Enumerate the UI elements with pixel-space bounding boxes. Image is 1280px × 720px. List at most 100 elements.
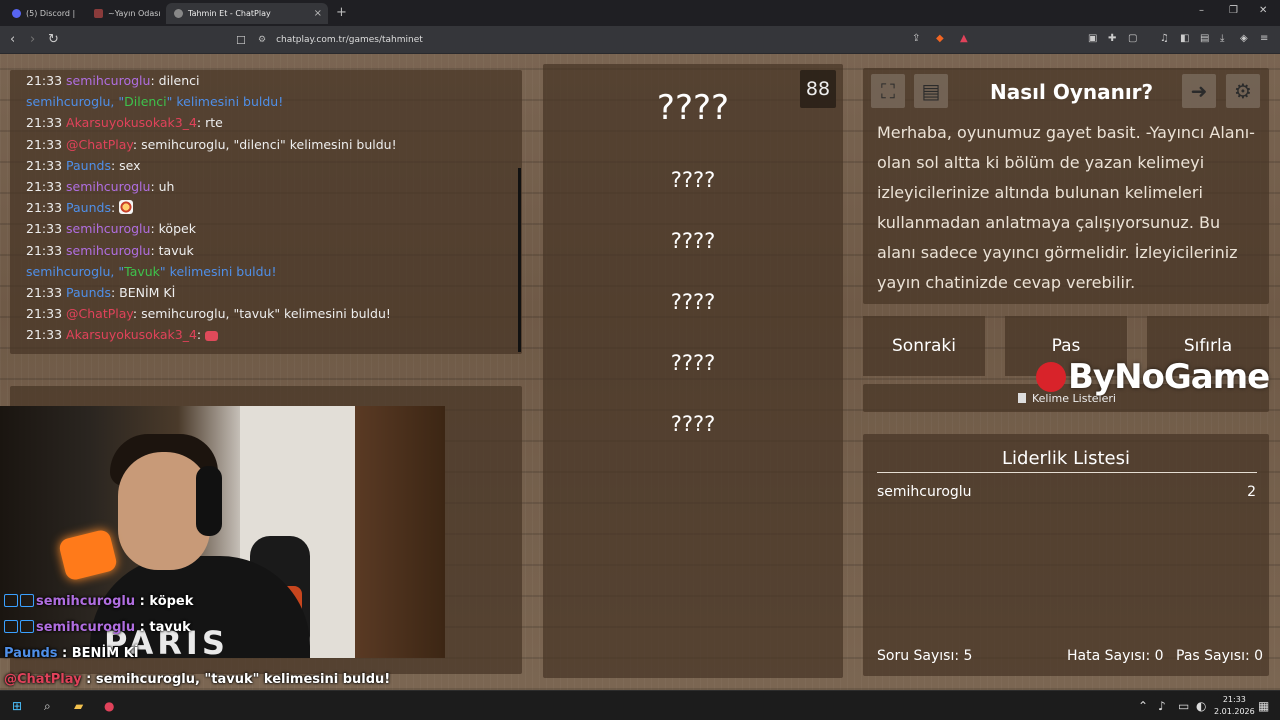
chat-text: : dilenci xyxy=(150,73,200,88)
document-icon[interactable]: ▤ xyxy=(914,74,948,108)
chat-timestamp: 21:33 xyxy=(26,306,63,322)
bynogame-logo-icon xyxy=(1036,362,1066,392)
chat-username[interactable]: Paunds xyxy=(66,200,111,215)
exit-icon[interactable]: ➜ xyxy=(1182,74,1216,108)
chat-panel: 21:33 semihcuroglu: dilenci semihcuroglu, … xyxy=(10,70,522,354)
forbidden-word: ???? xyxy=(670,168,716,192)
puzzle-icon[interactable]: ✚ xyxy=(1108,33,1116,44)
fullscreen-icon[interactable]: ⛶ xyxy=(871,74,905,108)
reload-button[interactable]: ↻ xyxy=(48,32,59,47)
chat-timestamp: 21:33 xyxy=(26,285,63,301)
close-window-button[interactable]: ✕ xyxy=(1259,5,1267,16)
leaderboard-player-score: 2 xyxy=(1247,484,1256,500)
tab-chatplay[interactable]: Tahmin Et - ChatPlay × xyxy=(166,3,328,24)
forbidden-word: ???? xyxy=(670,412,716,436)
file-explorer-icon[interactable]: ▰ xyxy=(74,699,83,713)
chat-timestamp: 21:33 xyxy=(26,115,63,131)
chat-username[interactable]: semihcuroglu xyxy=(66,179,150,194)
tab-label: (5) Discord | xyxy=(26,9,76,18)
overlay-username: semihcuroglu xyxy=(36,620,136,635)
overlay-username: Paunds xyxy=(4,646,58,661)
mic-icon[interactable]: ♪ xyxy=(1158,699,1166,713)
overlay-chat-message: semihcuroglu : köpek xyxy=(4,594,193,609)
new-tab-button[interactable]: + xyxy=(336,5,347,20)
menu-icon[interactable]: ≡ xyxy=(1260,33,1268,44)
chat-message: 21:33 Paunds: BENİM Kİ xyxy=(10,282,522,303)
tab-yayin-odasi[interactable]: ~Yayın Odası | Ak xyxy=(86,3,164,24)
discord-icon xyxy=(12,9,21,18)
rewards-icon[interactable]: ▲ xyxy=(960,33,968,44)
next-button[interactable]: Sonraki xyxy=(863,316,985,376)
overlay-chat-message: Paunds : BENİM Kİ xyxy=(4,646,139,661)
notification-icon[interactable]: ▦ xyxy=(1258,699,1269,713)
chat-timestamp: 21:33 xyxy=(26,179,63,195)
browser-toolbar: ‹ › ↻ ☐ ⚙ chatplay.com.tr/games/tahminet… xyxy=(0,26,1280,54)
chat-timestamp: 21:33 xyxy=(26,327,63,343)
system-clock[interactable]: 21:33 2.01.2026 xyxy=(1214,694,1255,718)
screenshot-icon[interactable]: ▢ xyxy=(1128,33,1137,44)
chat-username[interactable]: semihcuroglu xyxy=(66,73,150,88)
chat-username[interactable]: semihcuroglu xyxy=(66,243,150,258)
sidebar-icon[interactable]: ◧ xyxy=(1180,33,1189,44)
overlay-chat-message: @ChatPlay : semihcuroglu, "tavuk" kelime… xyxy=(4,672,390,687)
chat-username[interactable]: Paunds xyxy=(66,285,111,300)
tab-label: Tahmin Et - ChatPlay xyxy=(188,9,271,18)
app-icon[interactable]: ● xyxy=(104,699,114,713)
chat-scrollbar[interactable] xyxy=(518,168,521,352)
badge-icon xyxy=(20,620,34,633)
back-button[interactable]: ‹ xyxy=(10,32,15,47)
how-to-play-title: Nasıl Oynanır? xyxy=(990,80,1154,104)
chat-message: 21:33 semihcuroglu: uh xyxy=(10,176,522,197)
url-text: chatplay.com.tr/games/tahminet xyxy=(276,35,423,45)
clock-date: 2.01.2026 xyxy=(1214,707,1255,716)
tray-expand-icon[interactable]: ⌃ xyxy=(1138,699,1148,713)
found-word: Tavuk xyxy=(124,263,160,279)
badge-icon xyxy=(4,594,18,607)
chat-text: kelimesini buldu! xyxy=(172,94,284,110)
settings-gear-icon[interactable]: ⚙ xyxy=(1226,74,1260,108)
wallet-icon[interactable]: ▤ xyxy=(1200,33,1209,44)
extension-icon[interactable]: ▣ xyxy=(1088,33,1097,44)
overlay-text: : BENİM Kİ xyxy=(57,646,139,661)
chat-username[interactable]: Akarsuyokusokak3_4 xyxy=(66,327,197,342)
network-icon[interactable]: ▭ xyxy=(1178,699,1189,713)
error-count: Hata Sayısı: 0 xyxy=(1067,648,1164,664)
site-info-icon[interactable]: ⚙ xyxy=(258,35,266,45)
overlay-text: : semihcuroglu, "tavuk" kelimesini buldu… xyxy=(81,672,391,687)
chat-text: : BENİM Kİ xyxy=(110,285,176,301)
search-icon[interactable]: ⌕ xyxy=(44,699,51,714)
countdown-timer: 88 xyxy=(800,70,836,108)
minimize-button[interactable]: – xyxy=(1199,5,1204,16)
tab-discord[interactable]: (5) Discord | xyxy=(4,3,84,24)
chat-timestamp: 21:33 xyxy=(26,200,63,216)
download-icon[interactable]: ⤓ xyxy=(1220,33,1224,44)
background-frame xyxy=(355,406,445,658)
chat-username[interactable]: Paunds xyxy=(66,158,111,173)
share-icon[interactable]: ⇪ xyxy=(912,33,920,44)
badge-icon xyxy=(4,620,18,633)
chat-text: kelimesini buldu! xyxy=(165,263,277,279)
chat-message: semihcuroglu, "Tavuk" kelimesini buldu! xyxy=(26,263,277,279)
chat-text: : uh xyxy=(150,179,175,195)
start-icon[interactable]: ⊞ xyxy=(12,699,22,713)
bookmark-icon[interactable]: ☐ xyxy=(236,34,246,47)
music-icon[interactable]: ♫ xyxy=(1160,33,1169,44)
badge-icon xyxy=(20,594,34,607)
chat-message: 21:33 Paunds: xyxy=(10,197,522,218)
chat-username[interactable]: @ChatPlay xyxy=(66,137,133,152)
headset xyxy=(196,466,222,536)
close-tab-icon[interactable]: × xyxy=(314,8,322,19)
chat-text: : tavuk xyxy=(150,242,194,258)
maximize-button[interactable]: ❐ xyxy=(1229,5,1238,16)
chat-username[interactable]: semihcuroglu xyxy=(66,221,150,236)
leaderboard-player-name: semihcuroglu xyxy=(877,484,972,500)
chat-username[interactable]: Akarsuyokusokak3_4 xyxy=(66,115,197,130)
brave-shield-icon[interactable]: ◆ xyxy=(936,33,944,44)
vpn-icon[interactable]: ◈ xyxy=(1240,33,1248,44)
forward-button[interactable]: › xyxy=(30,32,35,47)
volume-icon[interactable]: ◐ xyxy=(1196,699,1206,713)
page-icon xyxy=(94,9,103,18)
chat-message: semihcuroglu, "Dilenci" kelimesini buldu… xyxy=(26,94,284,110)
address-bar[interactable]: ⚙ chatplay.com.tr/games/tahminet xyxy=(258,30,978,50)
chat-username[interactable]: @ChatPlay xyxy=(66,306,133,321)
